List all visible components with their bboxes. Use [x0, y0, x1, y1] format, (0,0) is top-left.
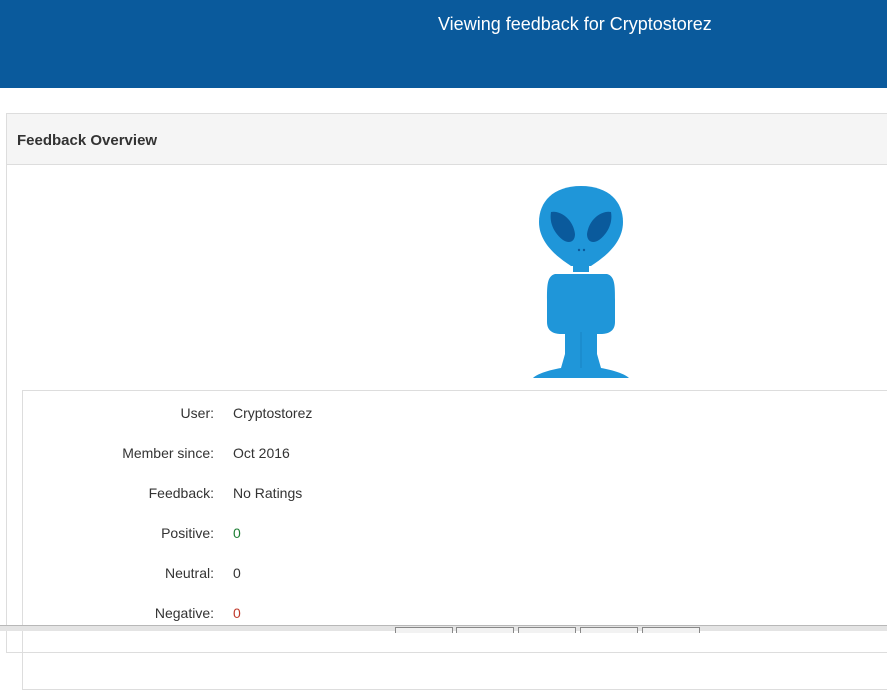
taskbar [0, 625, 887, 633]
feedback-details: User: Cryptostorez Member since: Oct 201… [22, 390, 887, 690]
positive-value: 0 [233, 525, 241, 541]
feedback-value: No Ratings [233, 485, 303, 501]
negative-value: 0 [233, 605, 241, 621]
feedback-overview-panel: Feedback Overview User: Cryptostorez Mem… [6, 113, 887, 690]
positive-label: Positive: [161, 525, 214, 541]
user-value: Cryptostorez [233, 405, 313, 421]
taskbar-button[interactable] [395, 627, 453, 633]
negative-label: Negative: [154, 605, 214, 621]
alien-icon [533, 186, 629, 378]
alien-head [539, 186, 623, 266]
taskbar-button[interactable] [456, 627, 514, 633]
feedback-label: Feedback: [148, 485, 214, 501]
taskbar-button[interactable] [580, 627, 638, 633]
taskbar-button[interactable] [642, 627, 700, 633]
taskbar-button[interactable] [518, 627, 576, 633]
page-title: Viewing feedback for Cryptostorez [438, 14, 712, 34]
member-since-label: Member since: [122, 445, 214, 461]
neutral-label: Neutral: [164, 565, 214, 581]
neutral-value: 0 [233, 565, 241, 581]
page-header: Viewing feedback for Cryptostorez [0, 0, 887, 88]
member-since-value: Oct 2016 [233, 445, 290, 461]
panel-heading: Feedback Overview [7, 114, 887, 165]
user-label: User: [180, 405, 214, 421]
